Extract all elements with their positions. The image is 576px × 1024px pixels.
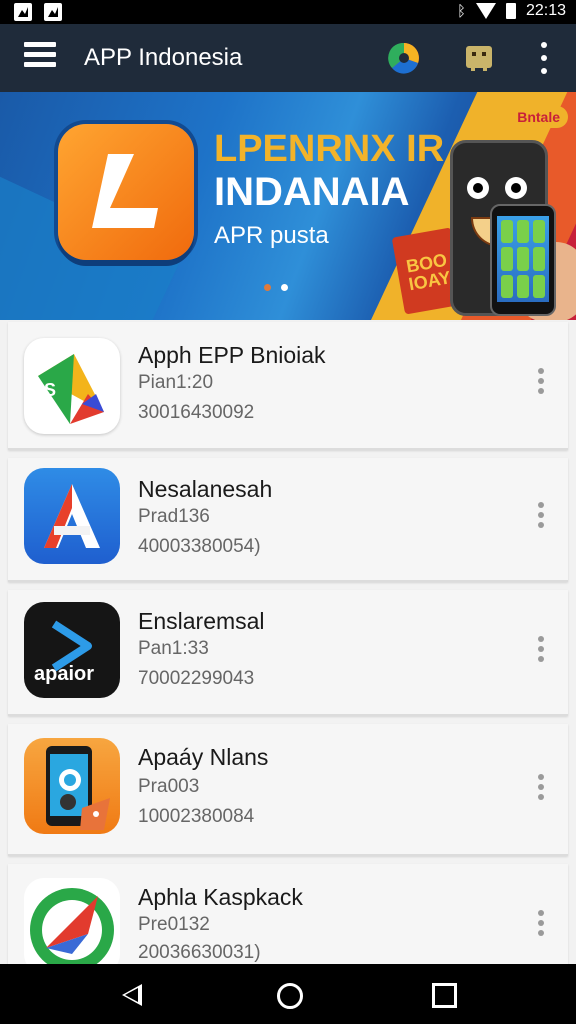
- list-item[interactable]: apaior Enslaremsal Pan1:33 70002299043: [8, 590, 568, 716]
- banner-headline-2: INDANAIA: [214, 170, 410, 214]
- app-size: 70002299043: [138, 668, 255, 689]
- carousel-dot-active[interactable]: [281, 284, 288, 291]
- home-icon[interactable]: [277, 983, 303, 1009]
- app-version: Pra003: [138, 776, 200, 797]
- recent-apps-icon[interactable]: [432, 983, 457, 1008]
- apaior-text: apaior: [34, 663, 94, 685]
- app-name: Nesalanesah: [138, 476, 273, 502]
- hamburger-menu-icon[interactable]: [24, 42, 56, 74]
- battery-icon: [505, 3, 516, 19]
- app-toolbar: APP Indonesia: [0, 24, 576, 92]
- notification-icons: [14, 3, 62, 21]
- banner-badge: Bntale: [509, 106, 568, 128]
- app-title: APP Indonesia: [84, 44, 243, 71]
- compass-icon: [24, 878, 120, 964]
- banner-subtitle: APR pusta: [214, 222, 329, 249]
- list-item[interactable]: Nesalanesah Prad136 40003380054): [8, 458, 568, 582]
- system-icons: ᛒ 22:13: [457, 2, 566, 20]
- status-bar: ᛒ 22:13: [0, 0, 576, 24]
- gallery-notification-icon: [44, 3, 62, 21]
- app-name: Aphla Kaspkack: [138, 884, 303, 910]
- app-version: Pan1:33: [138, 638, 209, 659]
- small-phone-graphic: [490, 204, 556, 316]
- app-size: 30016430092: [138, 402, 255, 423]
- phone-fox-icon: [24, 738, 120, 834]
- app-version: Pian1:20: [138, 372, 214, 393]
- store-box-icon[interactable]: [464, 42, 494, 72]
- list-item[interactable]: Aphla Kaspkack Pre0132 20036630031): [8, 864, 568, 966]
- lightning-l-icon: [92, 154, 158, 228]
- image-notification-icon: [14, 3, 32, 21]
- app-version: Pre0132: [138, 914, 210, 935]
- more-options-icon[interactable]: [534, 368, 548, 394]
- apaior-icon: apaior: [24, 602, 120, 698]
- more-options-icon[interactable]: [534, 636, 548, 662]
- carousel-dot[interactable]: [264, 284, 271, 291]
- app-name: Apaáy Nlans: [138, 744, 269, 770]
- app-name: Enslaremsal: [138, 608, 265, 634]
- pie-chart-icon[interactable]: [388, 42, 420, 74]
- promo-banner[interactable]: LPENRNX IR INDANAIA APR pusta Bntale BOO…: [0, 92, 576, 320]
- app-version: Prad136: [138, 506, 210, 527]
- more-options-icon[interactable]: [534, 502, 548, 528]
- app-size: 10002380084: [138, 806, 255, 827]
- more-options-icon[interactable]: [534, 910, 548, 936]
- bluetooth-icon: ᛒ: [456, 2, 466, 20]
- system-nav-bar: [0, 964, 576, 1024]
- banner-app-logo: [58, 124, 194, 260]
- more-options-icon[interactable]: [534, 774, 548, 800]
- app-size: 40003380054): [138, 536, 261, 557]
- back-icon[interactable]: [122, 984, 142, 1006]
- clock: 22:13: [525, 2, 566, 19]
- letter-a-icon: [24, 468, 120, 564]
- list-item[interactable]: S Apph EPP Bnioiak Pian1:20 30016430092: [8, 322, 568, 450]
- app-name: Apph EPP Bnioiak: [138, 342, 326, 368]
- overflow-menu-icon[interactable]: [536, 42, 552, 74]
- svg-text:S: S: [44, 380, 56, 400]
- carousel-dots[interactable]: [264, 284, 288, 291]
- triangle-a-icon: S: [24, 338, 120, 434]
- wifi-icon: [475, 3, 496, 19]
- app-size: 20036630031): [138, 942, 261, 963]
- banner-headline: LPENRNX IR: [214, 128, 445, 170]
- list-item[interactable]: Apaáy Nlans Pra003 10002380084: [8, 724, 568, 856]
